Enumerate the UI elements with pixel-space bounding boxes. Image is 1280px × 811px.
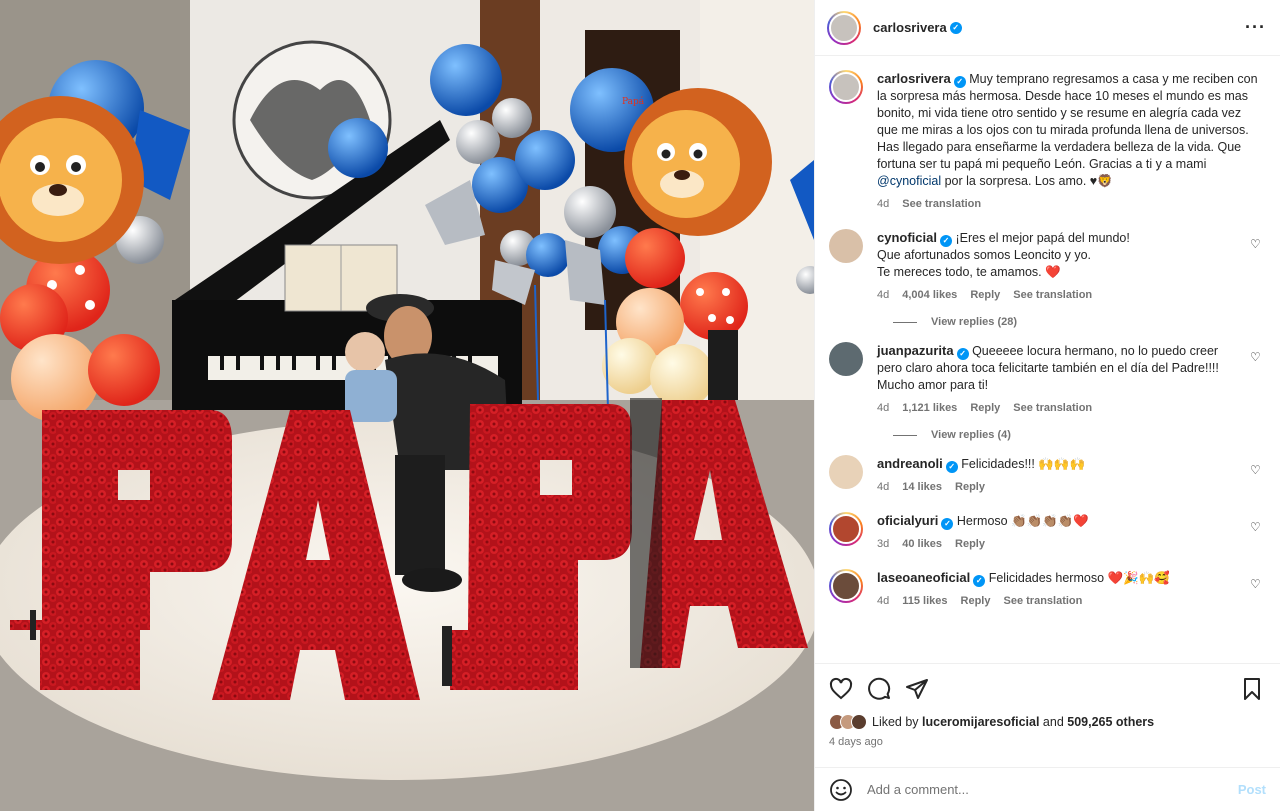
caption-text: Muy temprano regresamos a casa y me reci…: [877, 72, 1258, 171]
comment-like-heart-icon[interactable]: ♡: [1250, 463, 1264, 496]
comment-text-line: Felicidades!!! 🙌🙌🙌: [961, 457, 1086, 471]
verified-badge-icon: ✓: [941, 518, 954, 530]
replies-divider: [893, 321, 917, 323]
comment-text-line: Felicidades hermoso ❤️🎉🙌🥰: [988, 571, 1170, 585]
liked-by-user[interactable]: luceromijaresoficial: [922, 715, 1039, 729]
comment-time[interactable]: 3d: [877, 536, 889, 553]
comment-likes[interactable]: 1,121 likes: [902, 400, 957, 417]
liked-by-and: and: [1039, 715, 1068, 729]
comment-username[interactable]: laseoaneoficial: [877, 570, 970, 585]
see-translation-button[interactable]: See translation: [1013, 287, 1092, 304]
caption-username[interactable]: carlosrivera: [877, 71, 951, 86]
comment-likes[interactable]: 4,004 likes: [902, 287, 957, 304]
comment-time[interactable]: 4d: [877, 400, 889, 417]
photo-illustration: Papá: [0, 0, 814, 811]
see-translation-button[interactable]: See translation: [1004, 593, 1083, 610]
verified-badge-icon: ✓: [949, 21, 962, 34]
caption: carlosrivera ✓ Muy temprano regresamos a …: [829, 70, 1264, 213]
post-details-panel: carlosrivera ✓ ··· carlosrivera ✓ Muy tem…: [814, 0, 1280, 811]
verified-badge-icon: ✓: [973, 575, 986, 587]
caption-avatar[interactable]: [829, 70, 863, 104]
comment-text-line: Que afortunados somos Leoncito y yo.: [877, 248, 1092, 262]
verified-badge-icon: ✓: [956, 348, 969, 360]
post-photo[interactable]: Papá: [0, 0, 814, 811]
comment-item: laseoaneoficial ✓ Felicidades hermoso ❤️🎉…: [829, 569, 1264, 610]
comment-text-line: Hermoso 👏🏽👏🏽👏🏽👏🏽❤️: [956, 514, 1089, 528]
comment-item: cynoficial ✓ ¡Eres el mejor papá del mund…: [829, 229, 1264, 304]
caption-time[interactable]: 4d: [877, 196, 889, 213]
emoji-icon[interactable]: [829, 778, 853, 802]
comment-input[interactable]: [867, 782, 1238, 797]
comment-likes[interactable]: 115 likes: [902, 593, 947, 610]
caption-mention[interactable]: @cynoficial: [877, 174, 941, 188]
post-time[interactable]: 4 days ago: [829, 736, 1264, 748]
author-avatar[interactable]: [827, 10, 861, 45]
post-actions: Liked by luceromijaresoficial and 509,26…: [815, 663, 1280, 767]
liked-by-prefix: Liked by: [872, 715, 923, 729]
commenter-avatar[interactable]: [829, 512, 863, 546]
commenter-avatar[interactable]: [829, 569, 863, 603]
verified-badge-icon: ✓: [939, 235, 952, 247]
view-replies-label[interactable]: View replies (28): [931, 316, 1017, 328]
comment-likes[interactable]: 14 likes: [902, 479, 942, 496]
comment-like-heart-icon[interactable]: ♡: [1250, 350, 1264, 417]
likes-summary: Liked by luceromijaresoficial and 509,26…: [829, 714, 1264, 730]
comments-list: carlosrivera ✓ Muy temprano regresamos a …: [815, 56, 1280, 663]
more-options-icon[interactable]: ···: [1245, 17, 1266, 38]
see-translation-button[interactable]: See translation: [1013, 400, 1092, 417]
view-replies-button[interactable]: View replies (4): [893, 429, 1264, 441]
verified-badge-icon: ✓: [953, 76, 966, 88]
comment-like-heart-icon[interactable]: ♡: [1250, 237, 1264, 304]
post-comment-button[interactable]: Post: [1238, 782, 1266, 797]
liker-avatar: [851, 714, 867, 730]
reply-button[interactable]: Reply: [961, 593, 991, 610]
reply-button[interactable]: Reply: [955, 536, 985, 553]
view-replies-button[interactable]: View replies (28): [893, 316, 1264, 328]
reply-button[interactable]: Reply: [955, 479, 985, 496]
comment-item: juanpazurita ✓ Queeeee locura hermano, no…: [829, 342, 1264, 417]
comment-text-line: ¡Eres el mejor papá del mundo!: [955, 231, 1130, 245]
caption-see-translation[interactable]: See translation: [902, 196, 981, 213]
author-username[interactable]: carlosrivera: [873, 20, 947, 35]
reply-button[interactable]: Reply: [970, 287, 1000, 304]
replies-divider: [893, 434, 917, 436]
comment-username[interactable]: cynoficial: [877, 230, 937, 245]
comment-text-line: Te mereces todo, te amamos. ❤️: [877, 265, 1061, 279]
liked-by-count[interactable]: 509,265 others: [1067, 715, 1154, 729]
comment-time[interactable]: 4d: [877, 593, 889, 610]
reply-button[interactable]: Reply: [970, 400, 1000, 417]
comment-username[interactable]: andreanoli: [877, 456, 943, 471]
comment-likes[interactable]: 40 likes: [902, 536, 942, 553]
comment-icon[interactable]: [867, 677, 891, 701]
caption-text-end: por la sorpresa. Los amo. ♥🦁: [941, 174, 1113, 188]
commenter-avatar[interactable]: [829, 229, 863, 263]
balloon-text: Papá: [622, 96, 645, 107]
verified-badge-icon: ✓: [945, 461, 958, 473]
comment-time[interactable]: 4d: [877, 287, 889, 304]
comment-item: andreanoli ✓ Felicidades!!! 🙌🙌🙌 4d 14 lik…: [829, 455, 1264, 496]
comment-username[interactable]: juanpazurita: [877, 343, 954, 358]
comment-like-heart-icon[interactable]: ♡: [1250, 577, 1264, 610]
add-comment-bar: Post: [815, 767, 1280, 811]
heart-icon[interactable]: [829, 677, 853, 701]
comment-username[interactable]: oficialyuri: [877, 513, 938, 528]
commenter-avatar[interactable]: [829, 342, 863, 376]
post-header: carlosrivera ✓ ···: [815, 0, 1280, 56]
view-replies-label[interactable]: View replies (4): [931, 429, 1011, 441]
bookmark-icon[interactable]: [1240, 677, 1264, 701]
comment-time[interactable]: 4d: [877, 479, 889, 496]
share-icon[interactable]: [905, 677, 929, 701]
comment-item: oficialyuri ✓ Hermoso 👏🏽👏🏽👏🏽👏🏽❤️ 3d 40 li…: [829, 512, 1264, 553]
comment-like-heart-icon[interactable]: ♡: [1250, 520, 1264, 553]
commenter-avatar[interactable]: [829, 455, 863, 489]
